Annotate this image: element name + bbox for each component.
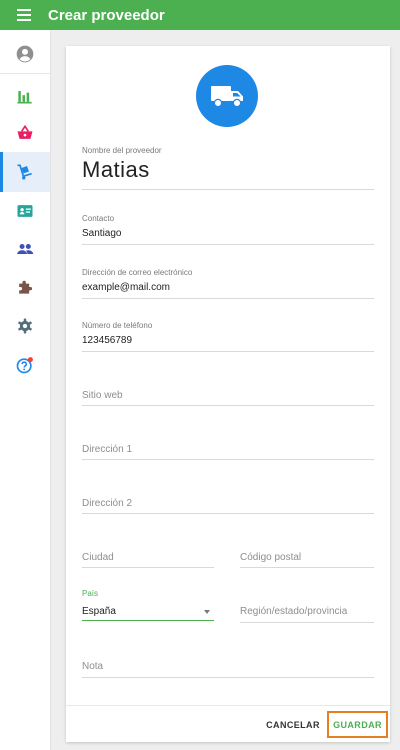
phone-field[interactable]: Número de teléfono 123456789 bbox=[82, 319, 374, 352]
note-field[interactable]: Nota bbox=[82, 659, 374, 678]
truck-icon bbox=[211, 86, 243, 108]
sidebar-item-settings[interactable] bbox=[0, 306, 50, 346]
phone-value: 123456789 bbox=[82, 335, 133, 346]
sidebar-item-suppliers[interactable] bbox=[0, 152, 50, 192]
sidebar-item-people[interactable] bbox=[0, 229, 50, 269]
website-placeholder: Sitio web bbox=[82, 390, 123, 401]
cancel-button[interactable]: CANCELAR bbox=[262, 706, 324, 743]
city-placeholder: Ciudad bbox=[82, 552, 114, 563]
menu-icon bbox=[17, 9, 31, 21]
email-value: example@mail.com bbox=[82, 282, 170, 293]
account-circle-icon bbox=[16, 45, 34, 62]
email-label: Dirección de correo electrónico bbox=[82, 268, 193, 277]
address1-placeholder: Dirección 1 bbox=[82, 444, 133, 455]
puzzle-icon bbox=[19, 280, 33, 294]
top-app-bar: Crear proveedor bbox=[0, 0, 400, 30]
save-button[interactable]: GUARDAR bbox=[327, 711, 388, 738]
supplier-avatar bbox=[196, 65, 258, 127]
contact-card-icon bbox=[17, 205, 33, 217]
sidebar-item-help[interactable] bbox=[0, 345, 50, 385]
region-placeholder: Región/estado/provincia bbox=[240, 606, 348, 617]
contact-field[interactable]: Contacto Santiago bbox=[82, 212, 374, 245]
contact-label: Contacto bbox=[82, 214, 115, 223]
country-label: País bbox=[82, 589, 99, 598]
website-field[interactable]: Sitio web bbox=[82, 388, 374, 406]
country-select[interactable]: País España bbox=[82, 588, 214, 621]
sidebar-item-addons[interactable] bbox=[0, 267, 50, 307]
supplier-name-label: Nombre del proveedor bbox=[82, 146, 162, 155]
email-field[interactable]: Dirección de correo electrónico example@… bbox=[82, 266, 374, 299]
supplier-form-card: Nombre del proveedor Matias Contacto San… bbox=[66, 46, 390, 742]
supplier-name-value: Matias bbox=[82, 157, 150, 182]
note-placeholder: Nota bbox=[82, 661, 104, 672]
people-icon bbox=[17, 244, 34, 254]
gear-icon bbox=[18, 318, 32, 334]
address2-field[interactable]: Dirección 2 bbox=[82, 496, 374, 514]
sidebar-item-sales[interactable] bbox=[0, 113, 50, 153]
address1-field[interactable]: Dirección 1 bbox=[82, 442, 374, 460]
dolly-icon bbox=[17, 164, 32, 180]
supplier-name-field[interactable]: Nombre del proveedor Matias bbox=[82, 144, 374, 190]
sidebar-item-reports[interactable] bbox=[0, 76, 50, 116]
contact-value: Santiago bbox=[82, 228, 122, 239]
notification-badge bbox=[27, 357, 33, 363]
form-actions: CANCELAR GUARDAR bbox=[66, 705, 390, 742]
help-icon bbox=[16, 357, 33, 374]
bar-chart-icon bbox=[17, 91, 32, 104]
postal-code-placeholder: Código postal bbox=[240, 552, 302, 563]
phone-label: Número de teléfono bbox=[82, 321, 153, 330]
address2-placeholder: Dirección 2 bbox=[82, 498, 133, 509]
sidebar-item-account[interactable] bbox=[0, 34, 50, 74]
dropdown-arrow-icon bbox=[204, 610, 210, 614]
postal-code-field[interactable]: Código postal bbox=[240, 550, 374, 568]
page-title: Crear proveedor bbox=[48, 6, 165, 24]
country-value: España bbox=[82, 606, 116, 617]
basket-icon bbox=[17, 124, 33, 139]
menu-button[interactable] bbox=[0, 0, 48, 30]
city-field[interactable]: Ciudad bbox=[82, 550, 214, 568]
region-field[interactable]: Región/estado/provincia bbox=[240, 606, 374, 623]
sidebar bbox=[0, 30, 51, 750]
sidebar-item-contacts[interactable] bbox=[0, 191, 50, 231]
